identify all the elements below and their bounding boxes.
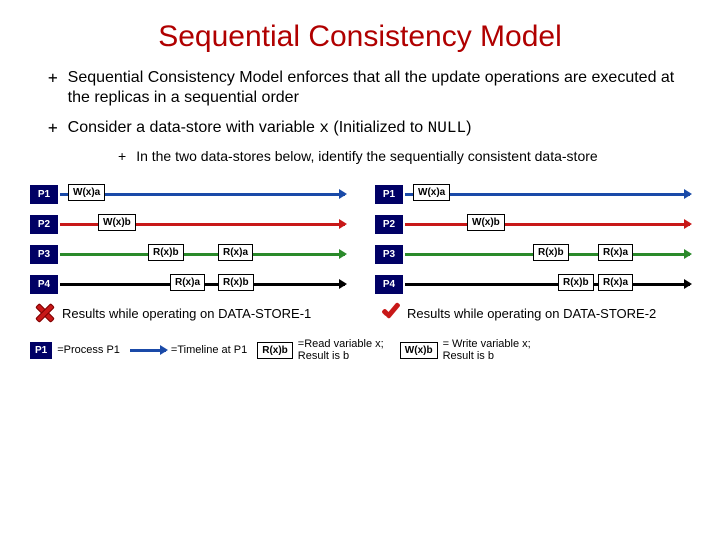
- legend-process: P1 =Process P1: [30, 342, 120, 359]
- process-label: P1: [30, 185, 58, 204]
- read-op: R(x)b: [218, 274, 254, 291]
- timeline-row: P4 R(x)b R(x)a: [375, 272, 690, 296]
- legend-text: =Timeline at P1: [171, 344, 247, 356]
- process-label: P4: [375, 275, 403, 294]
- legend-text: =Process P1: [57, 344, 120, 356]
- bullet-icon: +: [48, 68, 58, 108]
- bullet-icon: +: [118, 148, 126, 164]
- read-op: R(x)b: [257, 342, 293, 359]
- read-op: R(x)a: [170, 274, 205, 291]
- sub-bullet-1: + In the two data-stores below, identify…: [118, 148, 680, 164]
- timeline-row: P2 W(x)b: [375, 212, 690, 236]
- write-op: W(x)b: [98, 214, 136, 231]
- process-label: P3: [30, 245, 58, 264]
- datastore-2: P1 W(x)a P2 W(x)b P3 R(x)b R(x)a P4 R(x)…: [375, 182, 690, 324]
- bullet-text: In the two data-stores below, identify t…: [136, 148, 598, 164]
- bullet-text: Sequential Consistency Model enforces th…: [68, 68, 680, 108]
- timeline-row: P4 R(x)a R(x)b: [30, 272, 345, 296]
- datastore-1: P1 W(x)a P2 W(x)b P3 R(x)b R(x)a P4 R(x)…: [30, 182, 345, 324]
- read-op: R(x)a: [598, 274, 633, 291]
- process-label: P2: [30, 215, 58, 234]
- write-op: W(x)b: [400, 342, 438, 359]
- write-op: W(x)a: [413, 184, 450, 201]
- caption-text: Results while operating on DATA-STORE-2: [407, 306, 656, 321]
- process-label: P2: [375, 215, 403, 234]
- legend: P1 =Process P1 =Timeline at P1 R(x)b =Re…: [0, 324, 720, 362]
- process-label: P1: [375, 185, 403, 204]
- process-label: P1: [30, 342, 52, 359]
- legend-timeline: =Timeline at P1: [130, 344, 247, 356]
- read-op: R(x)b: [148, 244, 184, 261]
- arrow-icon: [130, 349, 166, 352]
- timeline-row: P3 R(x)b R(x)a: [375, 242, 690, 266]
- read-op: R(x)a: [218, 244, 253, 261]
- bullet-2: + Consider a data-store with variable x …: [48, 118, 680, 138]
- bullet-text: Consider a data-store with variable x (I…: [68, 118, 472, 138]
- diagram-area: P1 W(x)a P2 W(x)b P3 R(x)b R(x)a P4 R(x)…: [0, 182, 720, 324]
- cross-icon: [34, 302, 56, 324]
- legend-read: R(x)b =Read variable x; Result is b: [257, 338, 390, 362]
- write-op: W(x)b: [467, 214, 505, 231]
- write-op: W(x)a: [68, 184, 105, 201]
- caption-text: Results while operating on DATA-STORE-1: [62, 306, 311, 321]
- caption-row: Results while operating on DATA-STORE-2: [379, 302, 690, 324]
- timeline-row: P2 W(x)b: [30, 212, 345, 236]
- legend-text: =Read variable x; Result is b: [298, 338, 390, 362]
- process-label: P3: [375, 245, 403, 264]
- bullet-icon: +: [48, 118, 58, 138]
- read-op: R(x)b: [558, 274, 594, 291]
- timeline-row: P3 R(x)b R(x)a: [30, 242, 345, 266]
- read-op: R(x)b: [533, 244, 569, 261]
- timeline-row: P1 W(x)a: [30, 182, 345, 206]
- slide-title: Sequential Consistency Model: [0, 0, 720, 68]
- legend-text: = Write variable x; Result is b: [443, 338, 535, 362]
- bullet-1: + Sequential Consistency Model enforces …: [48, 68, 680, 108]
- bullet-list: + Sequential Consistency Model enforces …: [0, 68, 720, 182]
- timeline-row: P1 W(x)a: [375, 182, 690, 206]
- process-label: P4: [30, 275, 58, 294]
- caption-row: Results while operating on DATA-STORE-1: [34, 302, 345, 324]
- legend-write: W(x)b = Write variable x; Result is b: [400, 338, 535, 362]
- read-op: R(x)a: [598, 244, 633, 261]
- check-icon: [379, 302, 401, 324]
